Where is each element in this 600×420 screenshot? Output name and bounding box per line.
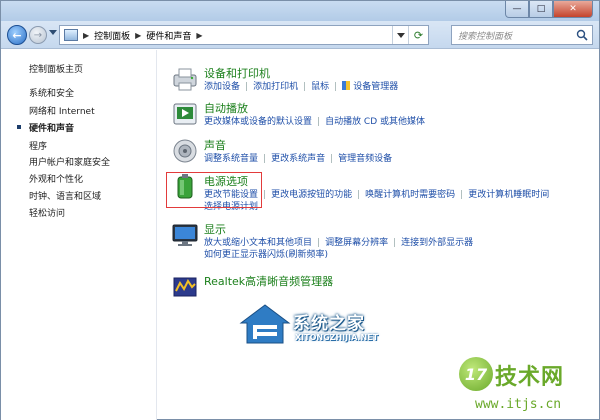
sidebar-item-network-and-internet[interactable]: 网络和 Internet xyxy=(29,104,95,117)
require-password-on-wake-link[interactable]: 唤醒计算机时需要密码 xyxy=(365,190,455,200)
category-links: 放大或缩小文本和其他项目 | 调整屏幕分辨率 | 连接到外部显示器 如何更正显示器闪烁(… xyxy=(204,237,473,261)
watermark-cn-text: 系统之家 xyxy=(293,314,365,334)
sidebar-item-clock-language-region[interactable]: 时钟、语言和区域 xyxy=(29,189,101,202)
forward-button[interactable]: → xyxy=(29,26,47,44)
link-separator: | xyxy=(330,154,334,164)
navigation-bar: ← → ▶ 控制面板 ▶ 硬件和声音 ▶ ⟳ 搜索控制面板 xyxy=(1,21,599,49)
printer-icon xyxy=(173,68,197,91)
breadcrumb-separator[interactable]: ▶ xyxy=(83,31,89,40)
breadcrumb-separator[interactable]: ▶ xyxy=(135,31,141,40)
link-separator: | xyxy=(460,190,464,200)
category-links: 添加设备 | 添加打印机 | 鼠标 | 设备管理器 xyxy=(204,81,398,93)
link-separator: | xyxy=(357,190,361,200)
link-separator: | xyxy=(263,154,267,164)
power-button-function-link[interactable]: 更改电源按钮的功能 xyxy=(271,190,352,200)
close-button[interactable]: ✕ xyxy=(553,1,593,18)
category-title[interactable]: 设备和打印机 xyxy=(204,65,270,81)
link-separator: | xyxy=(303,82,307,92)
search-icon[interactable] xyxy=(576,29,588,41)
category-title[interactable]: 声音 xyxy=(204,137,226,153)
highlight-box xyxy=(166,172,262,208)
back-button[interactable]: ← xyxy=(7,25,27,45)
link-separator: | xyxy=(245,82,249,92)
search-input[interactable]: 搜索控制面板 xyxy=(451,25,593,45)
watermark-en-text: XITONGZHIJIA.NET xyxy=(295,333,379,342)
category-title[interactable]: Realtek高清晰音频管理器 xyxy=(204,273,333,289)
window-controls: — □ ✕ xyxy=(505,1,593,18)
change-sleep-time-link[interactable]: 更改计算机睡眠时间 xyxy=(468,190,549,200)
sidebar-item-hardware-and-sound[interactable]: 硬件和声音 xyxy=(29,121,74,134)
house-logo-icon xyxy=(239,304,291,344)
realtek-audio-icon xyxy=(173,277,197,297)
uac-shield-icon xyxy=(342,81,351,90)
title-bar: — □ ✕ xyxy=(1,1,599,21)
recent-pages-chevron-down-icon[interactable] xyxy=(49,30,57,35)
sidebar-item-appearance[interactable]: 外观和个性化 xyxy=(29,172,83,185)
refresh-button[interactable]: ⟳ xyxy=(408,26,428,44)
search-placeholder: 搜索控制面板 xyxy=(458,31,513,42)
itjs-watermark: 17 技术网 www.itjs.cn xyxy=(455,355,595,419)
autoplay-cd-link[interactable]: 自动播放 CD 或其他媒体 xyxy=(325,117,425,127)
speaker-icon xyxy=(173,139,197,163)
control-panel-window: — □ ✕ ← → ▶ 控制面板 ▶ 硬件和声音 ▶ ⟳ 搜索控制面板 控制面板… xyxy=(0,0,600,420)
autoplay-icon xyxy=(173,103,197,125)
monitor-icon xyxy=(172,224,198,246)
sidebar-item-control-panel-home[interactable]: 控制面板主页 xyxy=(29,62,83,75)
category-title[interactable]: 自动播放 xyxy=(204,100,248,116)
change-system-sounds-link[interactable]: 更改系统声音 xyxy=(271,154,325,164)
change-media-defaults-link[interactable]: 更改媒体或设备的默认设置 xyxy=(204,117,312,127)
manage-audio-devices-link[interactable]: 管理音频设备 xyxy=(338,154,392,164)
device-manager-link[interactable]: 设备管理器 xyxy=(353,82,398,92)
chevron-down-icon xyxy=(396,32,405,38)
itjs-site-name: 技术网 xyxy=(495,365,565,390)
text-size-link[interactable]: 放大或缩小文本和其他项目 xyxy=(204,238,312,248)
link-separator: | xyxy=(317,117,321,127)
breadcrumb-control-panel[interactable]: 控制面板 xyxy=(94,29,130,42)
current-item-bullet xyxy=(17,125,21,129)
fix-monitor-flicker-link[interactable]: 如何更正显示器闪烁(刷新频率) xyxy=(204,250,328,260)
screen-resolution-link[interactable]: 调整屏幕分辨率 xyxy=(325,238,388,248)
sidebar-item-programs[interactable]: 程序 xyxy=(29,139,47,152)
adjust-volume-link[interactable]: 调整系统音量 xyxy=(204,154,258,164)
minimize-button[interactable]: — xyxy=(505,1,529,18)
breadcrumb-hardware-and-sound[interactable]: 硬件和声音 xyxy=(146,29,191,42)
link-separator: | xyxy=(393,238,397,248)
maximize-button[interactable]: □ xyxy=(529,1,553,18)
itjs-url: www.itjs.cn xyxy=(475,397,562,412)
sidebar-item-system-and-security[interactable]: 系统和安全 xyxy=(29,86,74,99)
xitongzhijia-watermark: 系统之家 XITONGZHIJIA.NET xyxy=(239,303,409,349)
address-bar[interactable]: ▶ 控制面板 ▶ 硬件和声音 ▶ ⟳ xyxy=(59,25,429,45)
category-links: 调整系统音量 | 更改系统声音 | 管理音频设备 xyxy=(204,153,392,165)
add-device-link[interactable]: 添加设备 xyxy=(204,82,240,92)
itjs-badge-icon: 17 xyxy=(459,357,493,391)
control-panel-icon xyxy=(64,29,78,41)
sidebar-item-user-accounts[interactable]: 用户帐户和家庭安全 xyxy=(29,155,110,168)
sidebar: 控制面板主页 系统和安全 网络和 Internet 硬件和声音 程序 用户帐户和… xyxy=(1,50,157,420)
breadcrumb-separator[interactable]: ▶ xyxy=(196,31,202,40)
link-separator: | xyxy=(263,190,267,200)
add-printer-link[interactable]: 添加打印机 xyxy=(253,82,298,92)
mouse-link[interactable]: 鼠标 xyxy=(311,82,329,92)
external-display-link[interactable]: 连接到外部显示器 xyxy=(401,238,473,248)
address-history-button[interactable] xyxy=(392,26,408,44)
link-separator: | xyxy=(317,238,321,248)
category-links: 更改媒体或设备的默认设置 | 自动播放 CD 或其他媒体 xyxy=(204,116,425,128)
sidebar-item-ease-of-access[interactable]: 轻松访问 xyxy=(29,206,65,219)
address-bar-controls: ⟳ xyxy=(392,26,428,44)
link-separator: | xyxy=(334,82,338,92)
category-title[interactable]: 显示 xyxy=(204,221,226,237)
